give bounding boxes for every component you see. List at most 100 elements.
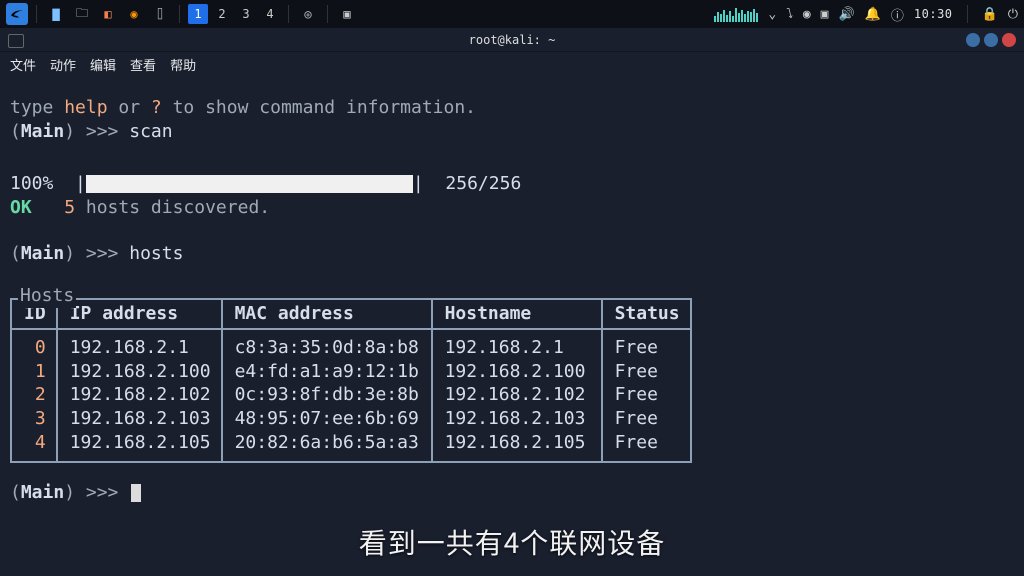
terminal-window-icon xyxy=(8,34,24,48)
firefox-icon[interactable]: ◉ xyxy=(123,3,145,25)
info-icon[interactable]: ⓘ xyxy=(891,5,904,24)
cell-mac: 20:82:6a:b6:5a:a3 xyxy=(222,431,432,462)
cell-id: 2 xyxy=(11,383,57,407)
menu-view[interactable]: 查看 xyxy=(130,55,156,74)
table-row: 4192.168.2.10520:82:6a:b6:5a:a3192.168.2… xyxy=(11,431,691,462)
prompt-marker: ) >>> xyxy=(64,482,129,503)
cell-host: 192.168.2.102 xyxy=(432,383,602,407)
menu-help[interactable]: 帮助 xyxy=(170,55,196,74)
prompt-main: Main xyxy=(21,482,64,503)
progress-bar-fill xyxy=(86,175,413,193)
help-text: to show command information. xyxy=(162,97,476,118)
window-minimize-button[interactable] xyxy=(966,33,980,47)
video-subtitle-caption: 看到一共有4个联网设备 xyxy=(359,522,666,562)
terminal-prompt-current[interactable]: (Main) >>> xyxy=(10,481,1014,505)
menu-edit[interactable]: 编辑 xyxy=(90,55,116,74)
hosts-table-container: Hosts ID IP address MAC address Hostname… xyxy=(10,274,1014,464)
spacer xyxy=(10,144,1014,172)
screen-recorder-icon[interactable]: ▣ xyxy=(336,3,358,25)
cell-mac: 0c:93:8f:db:3e:8b xyxy=(222,383,432,407)
window-maximize-button[interactable] xyxy=(984,33,998,47)
terminal-line: (Main) >>> scan xyxy=(10,120,1014,144)
progress-percent: 100% xyxy=(10,173,53,194)
prompt-marker: ) >>> xyxy=(64,243,129,264)
hosts-table: ID IP address MAC address Hostname Statu… xyxy=(10,298,692,464)
panel-divider xyxy=(179,5,180,23)
col-mac: MAC address xyxy=(222,299,432,329)
help-keyword-help: help xyxy=(64,97,107,118)
audio-visualizer-icon xyxy=(714,6,758,22)
window-title: root@kali: ~ xyxy=(469,33,556,47)
terminal-output[interactable]: type help or ? to show command informati… xyxy=(0,76,1024,515)
text-editor-icon[interactable]: ◧ xyxy=(97,3,119,25)
network-icon[interactable]: ⭝ xyxy=(786,7,793,22)
files-icon[interactable]: 🗀 xyxy=(71,3,93,25)
help-text: or xyxy=(108,97,151,118)
table-row: 1192.168.2.100e4:fd:a1:a9:12:1b192.168.2… xyxy=(11,360,691,384)
cell-ip: 192.168.2.102 xyxy=(57,383,222,407)
prompt-main: Main xyxy=(21,121,64,142)
cell-status: Free xyxy=(602,329,691,360)
menu-file[interactable]: 文件 xyxy=(10,55,36,74)
workspace-2[interactable]: 2 xyxy=(212,4,232,24)
table-row: 3192.168.2.10348:95:07:ee:6b:69192.168.2… xyxy=(11,407,691,431)
cell-host: 192.168.2.1 xyxy=(432,329,602,360)
table-row: 0192.168.2.1c8:3a:35:0d:8a:b8192.168.2.1… xyxy=(11,329,691,360)
progress-pipe: | xyxy=(413,173,424,194)
cell-mac: c8:3a:35:0d:8a:b8 xyxy=(222,329,432,360)
lock-icon[interactable]: 🔒 xyxy=(982,7,998,22)
cell-id: 1 xyxy=(11,360,57,384)
hosts-legend: Hosts xyxy=(18,284,76,308)
menu-action[interactable]: 动作 xyxy=(50,55,76,74)
prompt-marker: ) >>> xyxy=(64,121,129,142)
cell-status: Free xyxy=(602,431,691,462)
cell-status: Free xyxy=(602,383,691,407)
col-host: Hostname xyxy=(432,299,602,329)
help-keyword-qmark: ? xyxy=(151,97,162,118)
cell-ip: 192.168.2.100 xyxy=(57,360,222,384)
file-manager-icon[interactable]: ▇ xyxy=(45,3,67,25)
workspace-3[interactable]: 3 xyxy=(236,4,256,24)
volume-icon[interactable]: 🔊 xyxy=(839,7,855,22)
terminal-cursor xyxy=(131,484,141,502)
cell-id: 3 xyxy=(11,407,57,431)
cell-mac: e4:fd:a1:a9:12:1b xyxy=(222,360,432,384)
cell-id: 0 xyxy=(11,329,57,360)
browser-tray-icon[interactable]: ◉ xyxy=(803,7,811,22)
terminal-launcher-icon[interactable]: ⌷ xyxy=(149,3,171,25)
display-icon[interactable]: ▣ xyxy=(821,7,829,22)
panel-left: ▇ 🗀 ◧ ◉ ⌷ 1 2 3 4 ◎ ▣ xyxy=(6,3,358,25)
clock[interactable]: 10:30 xyxy=(914,7,953,21)
table-header-row: ID IP address MAC address Hostname Statu… xyxy=(11,299,691,329)
scan-summary-line: OK 5 hosts discovered. xyxy=(10,196,1014,220)
spacer xyxy=(10,463,1014,481)
col-ip: IP address xyxy=(57,299,222,329)
cell-mac: 48:95:07:ee:6b:69 xyxy=(222,407,432,431)
cell-host: 192.168.2.103 xyxy=(432,407,602,431)
cell-ip: 192.168.2.103 xyxy=(57,407,222,431)
hosts-discovered-text: hosts discovered. xyxy=(75,197,270,218)
panel-divider xyxy=(327,5,328,23)
obs-icon[interactable]: ◎ xyxy=(297,3,319,25)
system-top-panel: ▇ 🗀 ◧ ◉ ⌷ 1 2 3 4 ◎ ▣ ⌄ ⭝ ◉ ▣ 🔊 🔔 ⓘ 10:3… xyxy=(0,0,1024,28)
kali-logo-icon[interactable] xyxy=(6,3,28,25)
window-close-button[interactable] xyxy=(1002,33,1016,47)
prompt-paren: ( xyxy=(10,121,21,142)
chevron-down-icon[interactable]: ⌄ xyxy=(768,7,776,22)
terminal-line: (Main) >>> hosts xyxy=(10,242,1014,266)
cell-status: Free xyxy=(602,360,691,384)
window-title-bar[interactable]: root@kali: ~ xyxy=(0,28,1024,52)
notifications-icon[interactable]: 🔔 xyxy=(865,7,881,22)
cell-ip: 192.168.2.105 xyxy=(57,431,222,462)
panel-right: ⌄ ⭝ ◉ ▣ 🔊 🔔 ⓘ 10:30 🔒 ⏻ xyxy=(714,5,1018,24)
cell-ip: 192.168.2.1 xyxy=(57,329,222,360)
power-icon[interactable]: ⏻ xyxy=(1008,7,1018,22)
prompt-main: Main xyxy=(21,243,64,264)
progress-pipe: | xyxy=(75,173,86,194)
workspace-4[interactable]: 4 xyxy=(260,4,280,24)
command-hosts: hosts xyxy=(129,243,183,264)
col-status: Status xyxy=(602,299,691,329)
help-text: type xyxy=(10,97,64,118)
workspace-1[interactable]: 1 xyxy=(188,4,208,24)
panel-divider xyxy=(967,5,968,23)
